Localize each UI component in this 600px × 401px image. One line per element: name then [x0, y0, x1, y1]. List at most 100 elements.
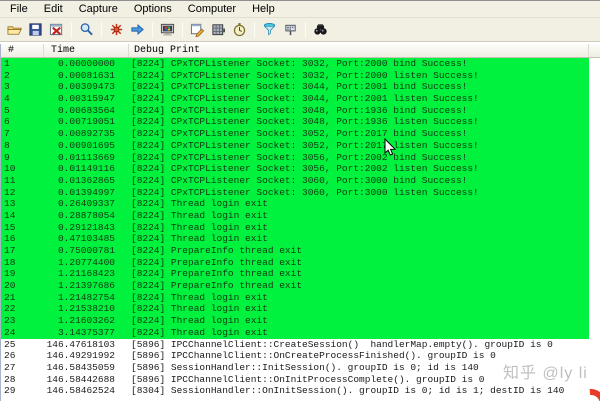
menu-options[interactable]: Options	[126, 2, 180, 17]
row-index: 26	[4, 350, 16, 362]
log-row[interactable]: 26 146.49291992 [5896] IPCChannelClient::O…	[1, 350, 589, 362]
toolbar-separator	[182, 21, 183, 38]
row-debug-text: [8224] Thread login exit	[131, 198, 268, 210]
log-row[interactable]: 22 1.21538210 [8224] Thread login exit	[1, 303, 589, 316]
log-row[interactable]: 14 0.28878054 [8224] Thread login exit	[1, 209, 589, 222]
row-debug-text: [8224] Thread login exit	[131, 303, 268, 315]
row-index: 3	[4, 81, 10, 93]
log-row[interactable]: 1 0.00000000 [8224] CPxTCPListener Socket:…	[1, 58, 589, 70]
log-row[interactable]: 23 1.21603262 [8224] Thread login exit	[1, 315, 589, 327]
row-time: 0.28878054	[57, 209, 115, 221]
row-time: 146.58462524	[46, 385, 115, 397]
row-time: 0.00309473	[57, 81, 115, 93]
row-index: 18	[4, 256, 16, 268]
log-row[interactable]: 2 0.00081631 [8224] CPxTCPListener Socket:…	[1, 69, 589, 82]
toolbar-separator	[101, 21, 102, 38]
row-index: 13	[4, 198, 16, 210]
binoculars-icon[interactable]	[310, 20, 331, 40]
open-folder-icon[interactable]	[4, 20, 25, 40]
row-time: 0.00901695	[57, 139, 115, 151]
row-index: 11	[4, 174, 16, 186]
log-row[interactable]: 3 0.00309473 [8224] CPxTCPListener Socket:…	[1, 81, 589, 94]
row-debug-text: [5896] IPCChannelClient::CreateSession()…	[131, 338, 553, 350]
close-capture-icon[interactable]	[46, 20, 67, 40]
log-row[interactable]: 7 0.00892735 [8224] CPxTCPListener Socket:…	[1, 128, 589, 140]
log-row[interactable]: 9 0.01113669 [8224] CPxTCPListener Socket:…	[1, 151, 589, 164]
row-debug-text: [8304] SessionHandler::OnInitSession(). …	[131, 385, 565, 397]
toolbar	[0, 18, 600, 42]
row-index: 24	[4, 326, 16, 338]
row-index: 14	[4, 209, 16, 221]
autoscroll-icon[interactable]	[127, 20, 148, 40]
row-time: 1.21397686	[57, 280, 115, 292]
log-row[interactable]: 10 0.01149116 [8224] CPxTCPListener Socket…	[1, 163, 589, 175]
row-time: 1.21538210	[57, 303, 115, 315]
log-row[interactable]: 15 0.29121843 [8224] Thread login exit	[1, 221, 589, 234]
row-time: 1.21482754	[57, 291, 115, 303]
row-time: 1.21168423	[57, 268, 115, 280]
row-time: 146.58442688	[46, 373, 115, 385]
row-index: 10	[4, 163, 16, 175]
column-header-spacer	[589, 44, 600, 57]
row-time: 0.00683564	[57, 104, 115, 116]
menu-computer[interactable]: Computer	[180, 2, 244, 17]
log-edit-icon[interactable]	[187, 20, 208, 40]
row-index: 16	[4, 233, 16, 245]
mouse-arrow-cursor-icon	[384, 138, 396, 157]
log-row[interactable]: 13 0.26409337 [8224] Thread login exit	[1, 198, 589, 210]
menu-capture[interactable]: Capture	[71, 2, 126, 17]
row-index: 19	[4, 268, 16, 280]
column-header-debug-print[interactable]: Debug Print	[129, 44, 589, 57]
save-icon[interactable]	[25, 20, 46, 40]
row-debug-text: [8224] CPxTCPListener Socket: 3052, Port…	[131, 139, 479, 151]
row-debug-text: [8224] CPxTCPListener Socket: 3032, Port…	[131, 58, 468, 69]
row-index: 28	[4, 373, 16, 385]
remote-computer-icon[interactable]	[157, 20, 178, 40]
row-debug-text: [8224] CPxTCPListener Socket: 3044, Port…	[131, 93, 479, 105]
log-row[interactable]: 21 1.21482754 [8224] Thread login exit	[1, 291, 589, 304]
log-row[interactable]: 20 1.21397686 [8224] PrepareInfo thread ex…	[1, 280, 589, 292]
magnifier-icon[interactable]	[76, 20, 97, 40]
row-debug-text: [5896] IPCChannelClient::OnCreateProcess…	[131, 350, 496, 362]
row-index: 9	[4, 151, 10, 163]
log-row[interactable]: 17 0.75000781 [8224] PrepareInfo thread ex…	[1, 245, 589, 257]
menu-help[interactable]: Help	[244, 2, 283, 17]
row-debug-text: [8224] Thread login exit	[131, 326, 268, 338]
row-index: 15	[4, 221, 16, 233]
row-debug-text: [8224] CPxTCPListener Socket: 3056, Port…	[131, 151, 468, 163]
clock-icon[interactable]	[229, 20, 250, 40]
log-row[interactable]: 4 0.00315947 [8224] CPxTCPListener Socket:…	[1, 93, 589, 105]
log-row[interactable]: 29 146.58462524 [8304] SessionHandler::OnI…	[1, 385, 589, 397]
row-time: 1.20774400	[57, 256, 115, 268]
menu-edit[interactable]: Edit	[36, 2, 71, 17]
row-time: 0.01394997	[57, 186, 115, 198]
log-row[interactable]: 27 146.58435059 [5896] SessionHandler::Ini…	[1, 362, 589, 374]
row-time: 146.49291992	[46, 350, 115, 362]
row-time: 0.00719051	[57, 116, 115, 128]
highlight-icon[interactable]	[280, 20, 301, 40]
log-row[interactable]: 5 0.00683564 [8224] CPxTCPListener Socket:…	[1, 104, 589, 117]
column-header-index[interactable]: #	[1, 44, 44, 57]
log-row[interactable]: 16 0.47103485 [8224] Thread login exit	[1, 233, 589, 245]
log-row[interactable]: 18 1.20774400 [8224] PrepareInfo thread ex…	[1, 256, 589, 269]
log-row[interactable]: 11 0.01362865 [8224] CPxTCPListener Socket…	[1, 174, 589, 187]
log-row[interactable]: 28 146.58442688 [5896] IPCChannelClient::O…	[1, 374, 589, 386]
log-row[interactable]: 24 3.14375377 [8224] Thread login exit	[1, 326, 589, 339]
row-time: 0.26409337	[57, 198, 115, 210]
log-row[interactable]: 8 0.00901695 [8224] CPxTCPListener Socket:…	[1, 139, 589, 152]
row-debug-text: [8224] Thread login exit	[131, 233, 268, 245]
log-row[interactable]: 12 0.01394997 [8224] CPxTCPListener Socket…	[1, 186, 589, 199]
capture-events-icon[interactable]	[106, 20, 127, 40]
log-row[interactable]: 25 146.47618103 [5896] IPCChannelClient::C…	[1, 339, 589, 351]
toolbar-separator	[254, 21, 255, 38]
menu-file[interactable]: File	[2, 2, 36, 17]
capture-kernel-icon[interactable]	[208, 20, 229, 40]
log-row[interactable]: 6 0.00719051 [8224] CPxTCPListener Socket:…	[1, 116, 589, 129]
row-index: 5	[4, 104, 10, 116]
filter-icon[interactable]	[259, 20, 280, 40]
row-time: 0.00892735	[57, 128, 115, 140]
log-row[interactable]: 19 1.21168423 [8224] PrepareInfo thread ex…	[1, 268, 589, 281]
listview-header: # Time Debug Print	[1, 44, 600, 58]
column-header-time[interactable]: Time	[44, 44, 129, 57]
row-time: 1.21603262	[57, 315, 115, 327]
